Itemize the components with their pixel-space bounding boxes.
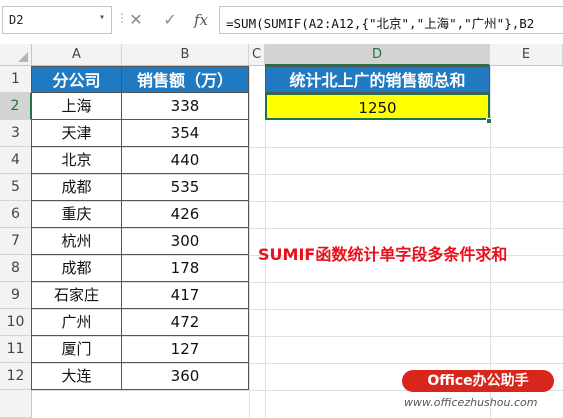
- fill-handle[interactable]: [486, 118, 492, 124]
- select-all-button[interactable]: [0, 44, 32, 66]
- table-cell[interactable]: 426: [122, 201, 249, 228]
- table-cell[interactable]: 成都: [32, 255, 122, 282]
- table-cell[interactable]: 300: [122, 228, 249, 255]
- table-cell[interactable]: 417: [122, 282, 249, 309]
- splitter-icon[interactable]: ⋮: [116, 11, 128, 31]
- table-cell[interactable]: 厦门: [32, 336, 122, 363]
- table-cell[interactable]: 重庆: [32, 201, 122, 228]
- annotation-text: SUMIF函数统计单字段多条件求和: [258, 245, 508, 264]
- table-cell[interactable]: 360: [122, 363, 249, 390]
- table-cell[interactable]: 535: [122, 174, 249, 201]
- gridline: [249, 66, 250, 418]
- cancel-icon[interactable]: ✕: [124, 6, 148, 34]
- table-cell[interactable]: 成都: [32, 174, 122, 201]
- name-box-value: D2: [9, 13, 24, 27]
- column-header-c[interactable]: C: [249, 44, 265, 66]
- formula-input[interactable]: =SUM(SUMIF(A2:A12,{"北京","上海","广州"},B2: [219, 6, 563, 34]
- watermark-logo: Office办公助手: [402, 370, 554, 392]
- row-header-8[interactable]: 8: [0, 255, 32, 282]
- table-cell[interactable]: 大连: [32, 363, 122, 390]
- column-header-d[interactable]: D: [265, 44, 490, 66]
- row-header-4[interactable]: 4: [0, 147, 32, 174]
- column-header-a[interactable]: A: [32, 44, 122, 66]
- row-header-10[interactable]: 10: [0, 309, 32, 336]
- table-cell[interactable]: 440: [122, 147, 249, 174]
- table-cell[interactable]: 广州: [32, 309, 122, 336]
- table-cell[interactable]: 178: [122, 255, 249, 282]
- watermark-url: www.officezhushou.com: [404, 396, 538, 409]
- insert-function-button[interactable]: fx: [188, 6, 214, 34]
- row-header-13[interactable]: [0, 390, 32, 418]
- column-header-b[interactable]: B: [122, 44, 249, 66]
- column-header-e[interactable]: E: [490, 44, 563, 66]
- table-cell[interactable]: 上海: [32, 93, 122, 120]
- table-cell[interactable]: 北京: [32, 147, 122, 174]
- summary-header-cell[interactable]: 统计北上广的销售额总和: [265, 67, 490, 93]
- row-header-1[interactable]: 1: [0, 66, 32, 93]
- row-header-3[interactable]: 3: [0, 120, 32, 147]
- table-cell[interactable]: 天津: [32, 120, 122, 147]
- summary-value-cell[interactable]: 1250: [265, 93, 490, 120]
- row-header-11[interactable]: 11: [0, 336, 32, 363]
- table-cell[interactable]: 472: [122, 309, 249, 336]
- row-header-9[interactable]: 9: [0, 282, 32, 309]
- row-header-12[interactable]: 12: [0, 363, 32, 390]
- table-cell[interactable]: 127: [122, 336, 249, 363]
- table-cell[interactable]: 石家庄: [32, 282, 122, 309]
- table-cell[interactable]: 杭州: [32, 228, 122, 255]
- header-cell-sales[interactable]: 销售额（万）: [122, 67, 249, 93]
- table-cell[interactable]: 338: [122, 93, 249, 120]
- enter-icon[interactable]: ✓: [158, 6, 182, 34]
- table-cell[interactable]: 354: [122, 120, 249, 147]
- row-header-6[interactable]: 6: [0, 201, 32, 228]
- row-header-7[interactable]: 7: [0, 228, 32, 255]
- header-cell-company[interactable]: 分公司: [32, 67, 122, 93]
- chevron-down-icon[interactable]: ▾: [99, 12, 105, 23]
- name-box[interactable]: D2 ▾: [2, 6, 112, 34]
- row-header-2[interactable]: 2: [0, 93, 32, 120]
- row-header-5[interactable]: 5: [0, 174, 32, 201]
